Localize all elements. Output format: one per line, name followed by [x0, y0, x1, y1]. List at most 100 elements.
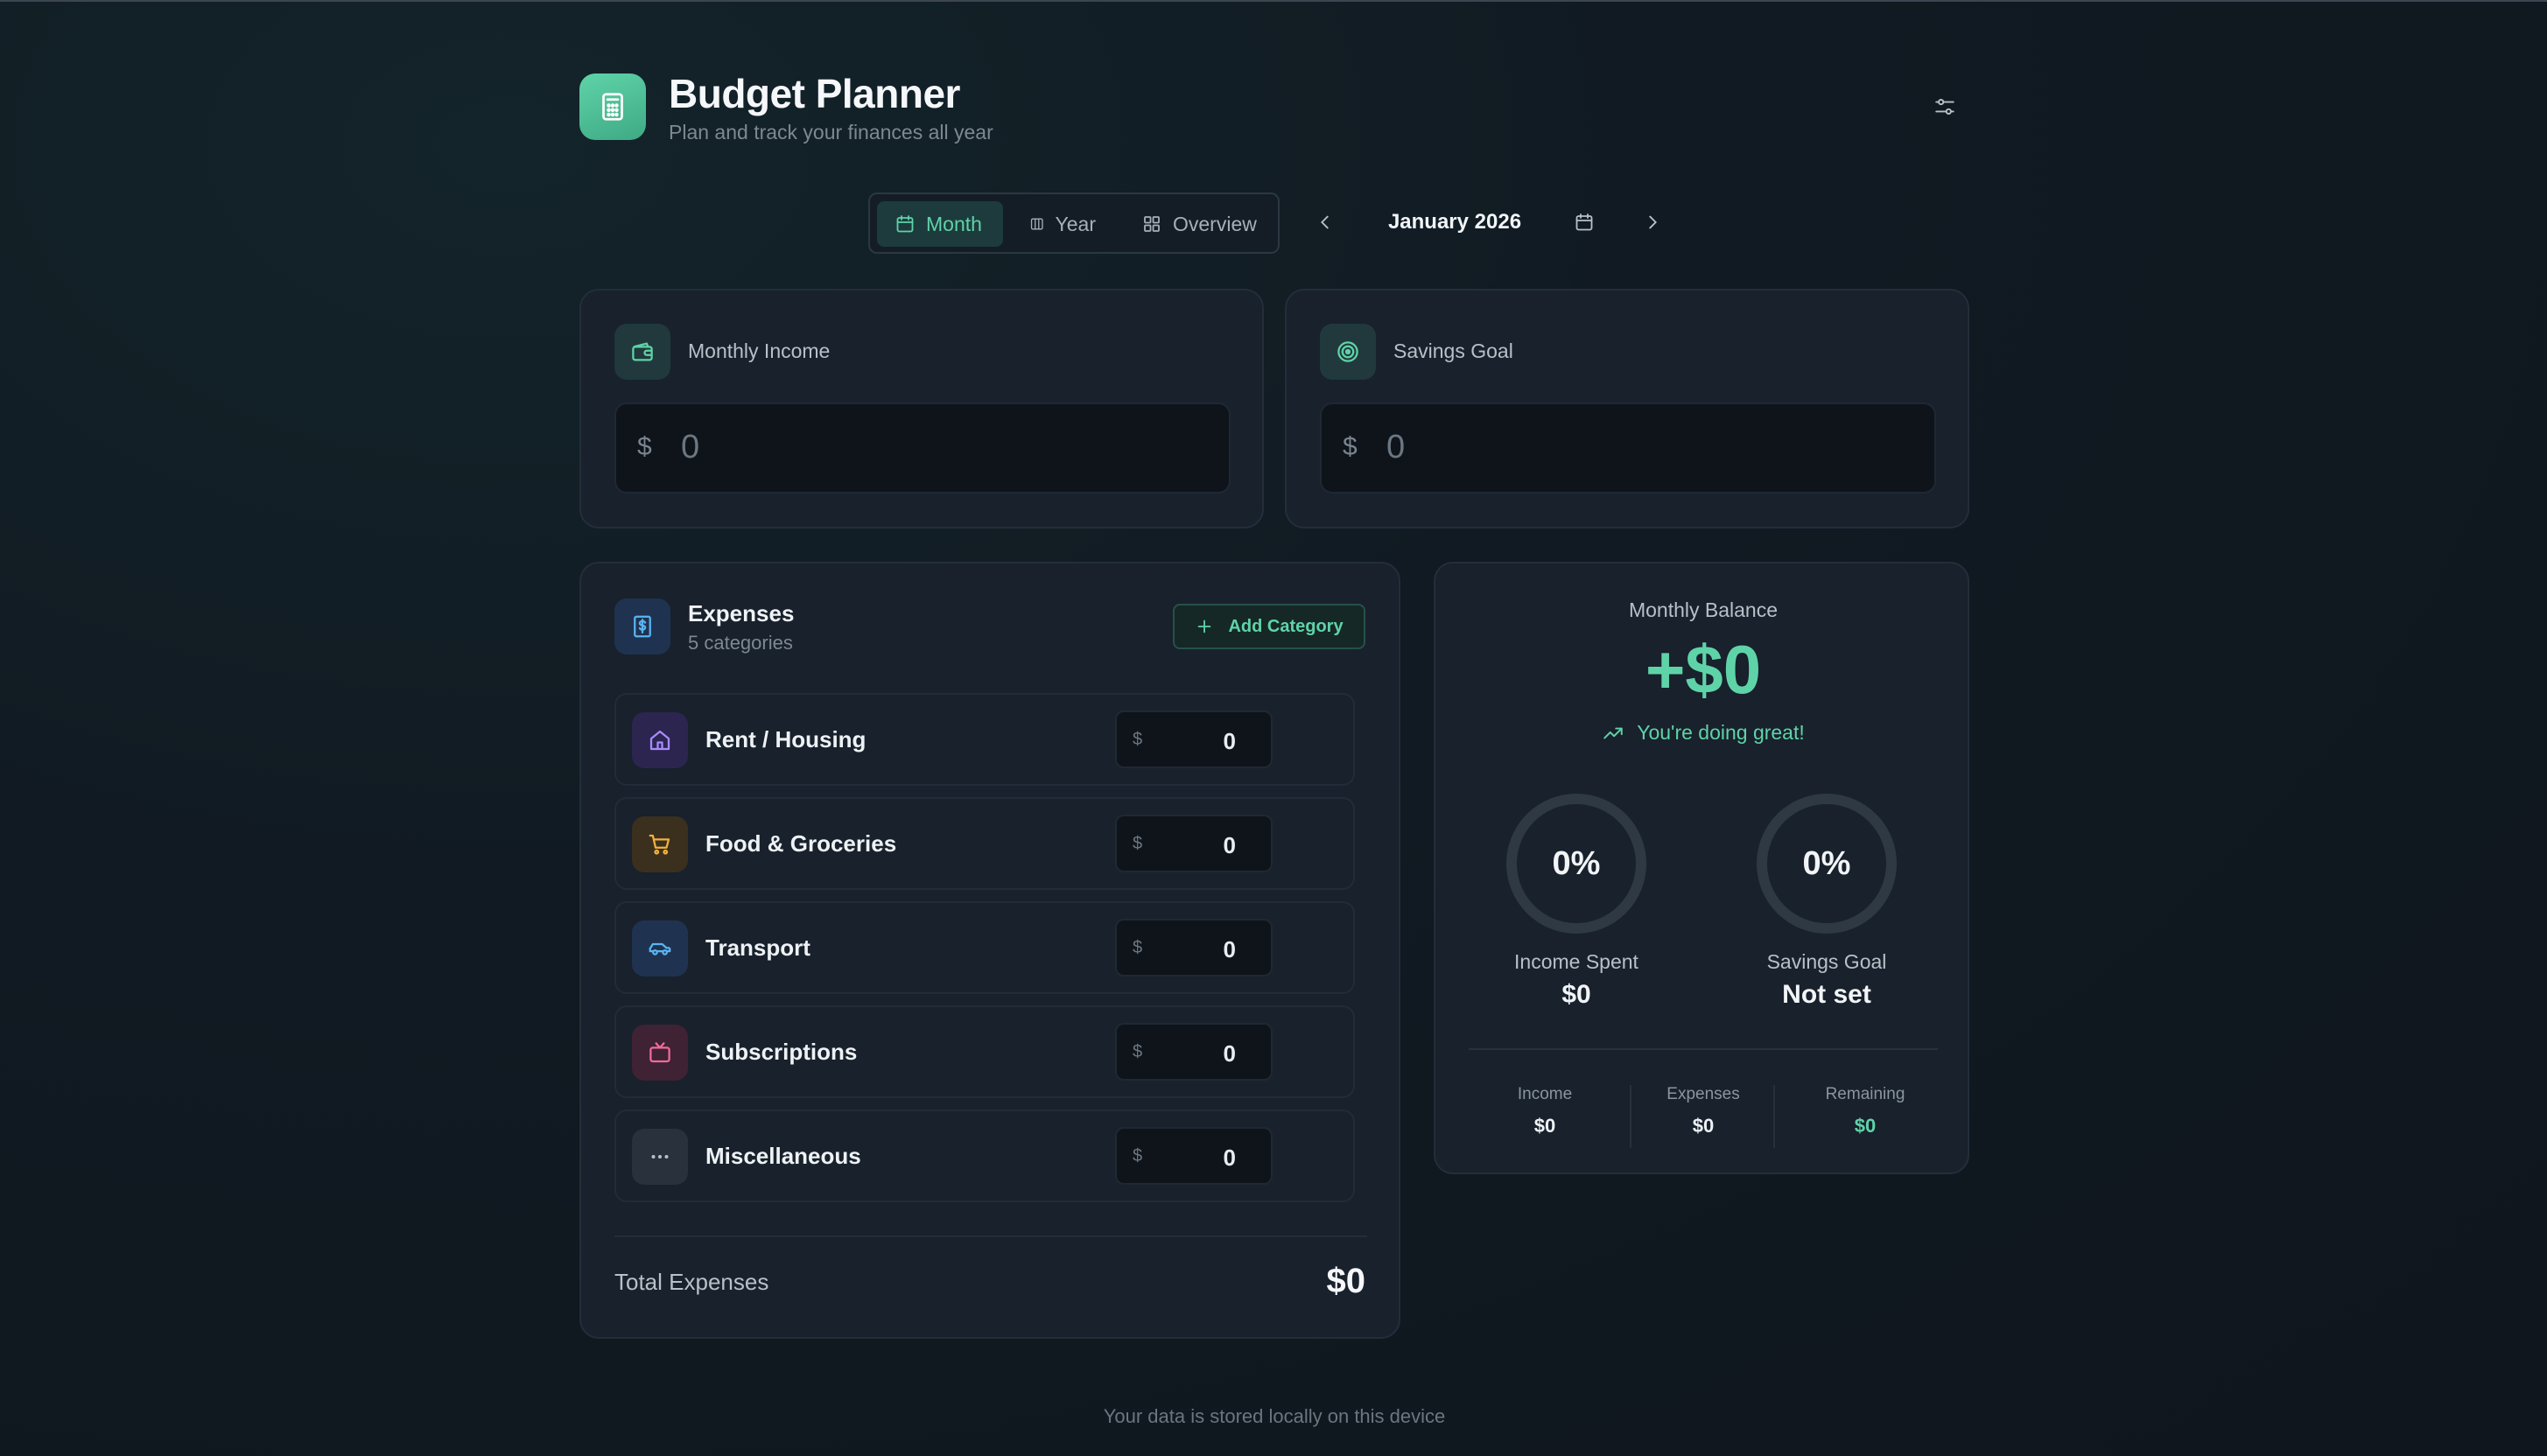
add-category-button[interactable]: Add Category	[1173, 604, 1365, 649]
expense-row-rent: Rent / Housing $ 0	[614, 693, 1355, 786]
date-picker-button[interactable]	[1568, 206, 1600, 238]
page-title: Budget Planner	[669, 71, 960, 116]
savings-goal-ring-value: Not set	[1782, 980, 1871, 1009]
trending-up-icon	[1603, 727, 1623, 738]
stat-value: $0	[1533, 1115, 1556, 1137]
currency-symbol: $	[1133, 1042, 1143, 1061]
calendar-icon	[1575, 214, 1593, 231]
stat-value: $0	[1692, 1115, 1715, 1137]
savings-goal-label: Savings Goal	[1393, 340, 1513, 362]
monthly-income-card: Monthly Income $ 0	[579, 289, 1264, 528]
stat-value: $0	[1854, 1115, 1877, 1137]
income-spent-label: Income Spent	[1514, 950, 1638, 973]
expense-amount-input[interactable]: $ 0	[1115, 815, 1273, 872]
sliders-icon	[1935, 99, 1954, 115]
savings-goal-ring-label: Savings Goal	[1766, 950, 1887, 973]
tab-month[interactable]: Month	[877, 201, 1003, 247]
expense-amount-input[interactable]: $ 0	[1115, 1127, 1273, 1185]
tab-overview-label: Overview	[1173, 212, 1257, 235]
expense-name: Miscellaneous	[705, 1143, 861, 1169]
expense-row-subscriptions: Subscriptions $ 0	[614, 1005, 1355, 1098]
next-month-button[interactable]	[1637, 206, 1668, 238]
receipt-dollar-icon	[614, 598, 670, 654]
target-icon	[1320, 324, 1376, 380]
monthly-balance-value: +$0	[1645, 631, 1762, 708]
monthly-income-placeholder: 0	[681, 429, 700, 466]
income-spent-ring: 0%	[1505, 793, 1647, 934]
tab-month-label: Month	[926, 212, 982, 235]
expense-name: Transport	[705, 934, 810, 961]
add-category-label: Add Category	[1228, 616, 1344, 636]
expense-name: Rent / Housing	[705, 726, 867, 752]
stat-remaining: Remaining $0	[1791, 1085, 1940, 1138]
stat-label: Expenses	[1666, 1085, 1740, 1103]
current-month: January 2026	[1387, 210, 1522, 234]
page-subtitle: Plan and track your finances all year	[669, 121, 993, 144]
expense-name: Food & Groceries	[705, 830, 897, 857]
more-icon	[632, 1129, 688, 1185]
chevron-right-icon	[1649, 215, 1657, 229]
expense-row-transport: Transport $ 0	[614, 901, 1355, 994]
expense-amount-input[interactable]: $ 0	[1115, 1023, 1273, 1081]
expense-row-miscellaneous: Miscellaneous $ 0	[614, 1110, 1355, 1202]
stat-label: Remaining	[1825, 1085, 1905, 1103]
columns-icon	[1030, 218, 1043, 230]
grid-icon	[1144, 216, 1160, 232]
expense-row-food: Food & Groceries $ 0	[614, 797, 1355, 890]
expense-name: Subscriptions	[705, 1039, 858, 1065]
currency-symbol: $	[1133, 834, 1143, 853]
balance-status: You're doing great!	[1435, 721, 1971, 745]
plus-icon	[1198, 620, 1211, 634]
expense-amount-input[interactable]: $ 0	[1115, 919, 1273, 976]
chevron-left-icon	[1321, 215, 1329, 229]
income-spent-percent: 0%	[1552, 844, 1601, 882]
footer-note: Your data is stored locally on this devi…	[1103, 1405, 1446, 1427]
expense-amount-value: 0	[1223, 936, 1236, 962]
expenses-card: Expenses 5 categories Add Category Rent …	[579, 562, 1400, 1339]
balance-message: You're doing great!	[1637, 721, 1805, 744]
calculator-icon	[579, 74, 646, 140]
currency-symbol: $	[1133, 730, 1143, 749]
expense-amount-input[interactable]: $ 0	[1115, 710, 1273, 768]
cart-icon	[632, 816, 688, 872]
tab-year[interactable]: Year	[1012, 201, 1113, 247]
total-expenses-label: Total Expenses	[614, 1269, 769, 1295]
monthly-income-input[interactable]: $ 0	[614, 402, 1231, 494]
expenses-count: 5 categories	[688, 632, 793, 654]
stat-label: Income	[1517, 1085, 1573, 1103]
expense-amount-value: 0	[1223, 1040, 1236, 1067]
savings-goal-placeholder: 0	[1386, 429, 1406, 466]
expense-amount-value: 0	[1223, 832, 1236, 858]
savings-goal-ring: 0%	[1756, 793, 1898, 934]
savings-goal-input[interactable]: $ 0	[1320, 402, 1936, 494]
monthly-balance-label: Monthly Balance	[1628, 598, 1779, 621]
currency-symbol: $	[637, 432, 652, 461]
tv-icon	[632, 1025, 688, 1081]
settings-button[interactable]	[1929, 91, 1961, 122]
calendar-icon	[896, 215, 914, 233]
stat-income: Income $0	[1470, 1085, 1619, 1138]
currency-symbol: $	[1343, 432, 1358, 461]
car-icon	[632, 920, 688, 976]
savings-goal-percent: 0%	[1802, 844, 1851, 882]
previous-month-button[interactable]	[1309, 206, 1341, 238]
stat-expenses: Expenses $0	[1629, 1085, 1778, 1138]
divider	[614, 1236, 1367, 1237]
divider	[1469, 1048, 1938, 1050]
divider	[1773, 1085, 1775, 1148]
total-expenses-value: $0	[1326, 1262, 1366, 1300]
currency-symbol: $	[1133, 938, 1143, 957]
savings-goal-card: Savings Goal $ 0	[1285, 289, 1969, 528]
monthly-balance-card: Monthly Balance +$0 You're doing great! …	[1434, 562, 1969, 1174]
expense-amount-value: 0	[1223, 728, 1236, 754]
app-container: Budget Planner Plan and track your finan…	[579, 0, 1969, 1456]
view-tabs: Month Year Overview	[868, 192, 1280, 254]
expenses-title: Expenses	[688, 600, 795, 626]
tab-year-label: Year	[1055, 212, 1096, 235]
tab-overview[interactable]: Overview	[1124, 201, 1274, 247]
income-spent-value: $0	[1561, 980, 1591, 1009]
home-icon	[632, 712, 688, 768]
currency-symbol: $	[1133, 1146, 1143, 1166]
wallet-icon	[614, 324, 670, 380]
expense-amount-value: 0	[1223, 1144, 1236, 1171]
